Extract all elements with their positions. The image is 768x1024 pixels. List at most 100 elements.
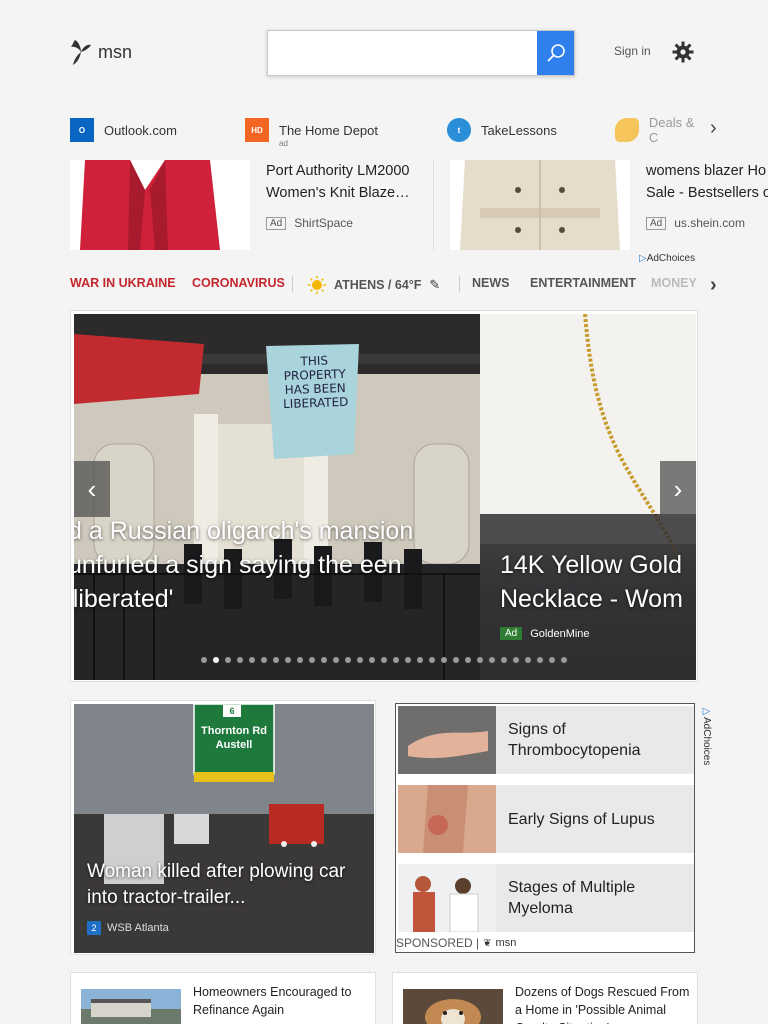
ad-badge: Ad [266,216,287,230]
carousel-prev-button[interactable]: ‹ [74,461,110,517]
sponsored-item[interactable]: Signs of Thrombocytopenia [398,706,694,774]
carousel-dot[interactable] [273,657,279,663]
road-sign-line: Austell [215,739,253,751]
pencil-icon[interactable]: ✎ [429,277,440,293]
chevron-right-icon: › [673,473,683,504]
quick-link-takelessons[interactable]: t TakeLessons [447,115,557,145]
carousel-dot[interactable] [477,657,483,663]
ad-card[interactable]: womens blazer Ho Sale - Bestsellers o Ad… [450,160,768,252]
news-headline[interactable]: Woman killed after plowing car into trac… [87,859,357,911]
adchoices-icon: ▷ [639,253,647,264]
carousel-dot[interactable] [561,657,567,663]
carousel-next-button[interactable]: › [660,461,696,517]
nav-item-entertainment[interactable]: ENTERTAINMENT [530,276,636,290]
carousel-dot[interactable] [321,657,327,663]
ad-card[interactable]: Port Authority LM2000 Women's Knit Blaze… [70,160,420,252]
adchoices-link[interactable]: ▷AdChoices [639,253,695,264]
carousel-dots [201,657,567,663]
carousel-dot[interactable] [537,657,543,663]
hero-headline[interactable]: d a Russian oligarch's mansion unfurled … [74,514,480,616]
hero-ad-headline[interactable]: 14K Yellow Gold Necklace - Wom [500,548,696,616]
weather-label: ATHENS / 64°F [334,278,422,292]
carousel-dot[interactable] [525,657,531,663]
carousel-dot[interactable] [417,657,423,663]
carousel-dot[interactable] [405,657,411,663]
news-card[interactable]: Homeowners Encouraged to Refinance Again [70,972,376,1024]
ad-source: GoldenMine [530,627,590,640]
nav-item-money[interactable]: MONEY [651,276,697,290]
search-bar [267,30,575,76]
divider [433,160,434,250]
hero-slide-mansion[interactable]: THIS PROPERTY HAS BEEN LIBERATED d a Rus… [74,314,480,680]
gear-icon[interactable] [672,41,694,63]
nav-item-coronavirus[interactable]: CORONAVIRUS [192,276,285,290]
carousel-dot[interactable] [453,657,459,663]
carousel-dot[interactable] [345,657,351,663]
news-card[interactable]: Dozens of Dogs Rescued From a Home in 'P… [392,972,698,1024]
carousel-dot[interactable] [201,657,207,663]
carousel-dot[interactable] [357,657,363,663]
carousel-dot[interactable] [393,657,399,663]
sponsored-title: Signs of Thrombocytopenia [508,721,641,759]
search-input[interactable] [268,31,537,75]
news-image-highway: 6 Thornton Rd Austell [74,704,374,953]
carousel-dot[interactable] [429,657,435,663]
news-image-dog [403,989,503,1024]
news-source: WSB Atlanta [107,922,169,934]
adchoices-label: AdChoices [701,717,712,766]
quick-link-home-depot[interactable]: HD The Home Depot ad [245,115,378,148]
nav-item-news[interactable]: NEWS [472,276,510,290]
carousel-dot[interactable] [225,657,231,663]
nav-item-weather[interactable]: ATHENS / 64°F ✎ [308,276,440,294]
carousel-dot[interactable] [501,657,507,663]
carousel-dot[interactable] [333,657,339,663]
sponsored-item[interactable]: Stages of Multiple Myeloma [398,864,694,932]
carousel-dot[interactable] [261,657,267,663]
nav-item-war-in-ukraine[interactable]: WAR IN UKRAINE [70,276,176,290]
hero-carousel: THIS PROPERTY HAS BEEN LIBERATED d a Rus… [70,310,698,682]
carousel-dot[interactable] [369,657,375,663]
ad-badge: Ad [646,216,667,230]
carousel-dot[interactable] [297,657,303,663]
sponsored-label: SPONSORED | [396,936,480,950]
carousel-dot[interactable] [237,657,243,663]
route-number: 6 [223,705,241,717]
carousel-dot[interactable] [549,657,555,663]
quick-link-outlook[interactable]: O Outlook.com [70,115,177,145]
sponsored-title: Early Signs of Lupus [508,810,655,828]
search-button[interactable] [537,31,574,75]
sponsored-item[interactable]: Early Signs of Lupus [398,785,694,853]
ad-title: Women's Knit Blaze… [266,185,410,201]
carousel-dot[interactable] [381,657,387,663]
ad-image-beige-blazer [450,160,630,250]
chevron-right-icon[interactable]: › [710,117,717,140]
quick-link-deals[interactable]: Deals & C [615,115,707,145]
ad-title: Sale - Bestsellers o [646,185,768,201]
sponsored-brand: msn [495,937,517,949]
carousel-dot[interactable] [249,657,255,663]
carousel-dot[interactable] [441,657,447,663]
carousel-dot[interactable] [489,657,495,663]
chevron-right-icon[interactable]: › [710,274,717,297]
news-image-house [81,989,181,1024]
sun-icon [308,276,326,294]
carousel-dot[interactable] [309,657,315,663]
carousel-dot[interactable] [465,657,471,663]
adchoices-vertical-link[interactable]: ▷AdChoices [701,706,712,765]
carousel-dot[interactable] [213,657,219,663]
sponsored-image-back [398,785,496,853]
outlook-icon: O [70,118,94,142]
takelessons-icon: t [447,118,471,142]
sponsored-title: Stages of Multiple Myeloma [508,879,636,917]
carousel-dot[interactable] [285,657,291,663]
news-tile[interactable]: 6 Thornton Rd Austell Woman killed after… [70,700,376,955]
road-sign-line: Thornton Rd [201,725,267,737]
divider [292,276,293,292]
quick-link-label: Deals & C [648,115,695,145]
sign-in-link[interactable]: Sign in [614,44,651,58]
quick-links-bar: O Outlook.com HD The Home Depot ad t Tak… [70,115,730,149]
carousel-dot[interactable] [513,657,519,663]
msn-logo[interactable]: msn [70,38,132,66]
news-card-title: Dozens of Dogs Rescued From a Home in 'P… [515,985,690,1024]
ad-image-red-blazer [70,160,250,250]
